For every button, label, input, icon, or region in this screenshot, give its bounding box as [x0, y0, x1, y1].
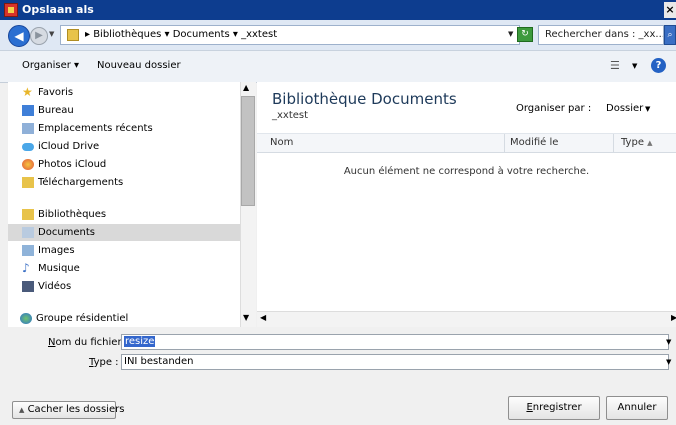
empty-message: Aucun élément ne correspond à votre rech…: [343, 166, 590, 177]
back-button[interactable]: ◀: [8, 25, 30, 47]
nav-item-bureau[interactable]: Bureau: [8, 102, 240, 119]
libraries-icon: [22, 209, 34, 220]
column-type[interactable]: Type ▲: [621, 137, 653, 148]
cloud-icon: [22, 143, 34, 151]
nav-item-icloud-drive[interactable]: iCloud Drive: [8, 138, 240, 155]
save-button[interactable]: Enregistrer: [508, 396, 600, 420]
address-bar[interactable]: ▸ Bibliothèques ▾ Documents ▾ _xxtest: [60, 25, 520, 45]
desktop-icon: [22, 105, 34, 116]
forward-button[interactable]: ▶: [30, 27, 48, 45]
filename-label: Nom du fichier :: [48, 337, 129, 348]
nav-favorites[interactable]: ★ Favoris: [8, 84, 240, 101]
scroll-right-icon[interactable]: ▶: [671, 313, 676, 322]
library-title: Bibliothèque Documents: [272, 90, 457, 108]
type-label: Type :: [89, 357, 119, 368]
app-icon: [4, 3, 18, 17]
nav-item-images[interactable]: Images: [8, 242, 240, 259]
nav-item-videos[interactable]: Vidéos: [8, 278, 240, 295]
hide-folders-button[interactable]: ▲ Cacher les dossiers: [12, 401, 124, 419]
navigation-pane: ★ Favoris Bureau Emplacements récents iC…: [8, 82, 240, 327]
content-pane: [257, 82, 676, 327]
filename-value: resize: [124, 336, 156, 347]
arrange-by-dropdown[interactable]: Dossier: [606, 103, 643, 114]
documents-icon: [22, 227, 34, 238]
help-icon[interactable]: ?: [651, 58, 666, 73]
search-input[interactable]: Rechercher dans : _xx...: [538, 25, 664, 45]
sort-up-icon: ▲: [647, 139, 653, 147]
star-icon: ★: [22, 85, 33, 99]
column-divider[interactable]: [613, 134, 614, 152]
title-bar: Opslaan als ×: [0, 0, 676, 20]
chevron-up-icon: ▲: [19, 406, 25, 414]
nav-homegroup[interactable]: Groupe résidentiel: [8, 310, 240, 327]
recent-places-icon: [22, 123, 34, 134]
address-dropdown-icon[interactable]: ▼: [508, 30, 513, 38]
cancel-button[interactable]: Annuler: [606, 396, 668, 420]
folder-icon: [67, 29, 79, 41]
file-type-select[interactable]: INI bestanden: [121, 354, 669, 370]
music-icon: ♪: [22, 261, 30, 275]
new-folder-button[interactable]: Nouveau dossier: [97, 60, 181, 71]
command-bar: Organiser ▾ Nouveau dossier ☰ ▼ ?: [0, 51, 676, 83]
downloads-icon: [22, 177, 34, 188]
arrange-by-label: Organiser par :: [516, 103, 592, 114]
close-button[interactable]: ×: [664, 2, 676, 18]
library-subtitle: _xxtest: [272, 110, 309, 121]
horizontal-scrollbar[interactable]: [257, 311, 676, 327]
photos-icon: [22, 159, 34, 170]
nav-item-recent-places[interactable]: Emplacements récents: [8, 120, 240, 137]
organize-button[interactable]: Organiser ▾: [22, 60, 79, 71]
address-row: ◀ ▶ ▼ ▸ Bibliothèques ▾ Documents ▾ _xxt…: [0, 20, 676, 51]
nav-scrollbar-thumb[interactable]: [241, 96, 255, 206]
nav-item-documents[interactable]: Documents: [8, 224, 240, 241]
nav-libraries[interactable]: Bibliothèques: [8, 206, 240, 223]
chevron-down-icon[interactable]: ▼: [49, 30, 54, 38]
filename-input[interactable]: resize: [121, 334, 669, 350]
column-modified[interactable]: Modifié le: [510, 137, 558, 148]
scroll-left-icon[interactable]: ◀: [260, 313, 266, 322]
scroll-down-icon[interactable]: ▼: [243, 313, 249, 322]
homegroup-icon: [20, 313, 32, 324]
breadcrumb[interactable]: ▸ Bibliothèques ▾ Documents ▾ _xxtest: [85, 29, 277, 40]
videos-icon: [22, 281, 34, 292]
search-icon[interactable]: ⌕: [664, 25, 676, 45]
chevron-down-icon[interactable]: ▼: [666, 334, 676, 350]
nav-item-downloads[interactable]: Téléchargements: [8, 174, 240, 191]
view-dropdown-icon[interactable]: ▼: [632, 62, 637, 70]
view-icon[interactable]: ☰: [610, 60, 624, 72]
images-icon: [22, 245, 34, 256]
refresh-icon[interactable]: ↻: [517, 27, 533, 42]
nav-item-music[interactable]: ♪ Musique: [8, 260, 240, 277]
scroll-up-icon[interactable]: ▲: [243, 83, 249, 92]
chevron-down-icon[interactable]: ▼: [645, 105, 650, 113]
column-name[interactable]: Nom: [270, 137, 293, 148]
window-title: Opslaan als: [22, 3, 94, 16]
column-divider[interactable]: [504, 134, 505, 152]
nav-item-icloud-photos[interactable]: Photos iCloud: [8, 156, 240, 173]
chevron-down-icon[interactable]: ▼: [666, 354, 676, 370]
